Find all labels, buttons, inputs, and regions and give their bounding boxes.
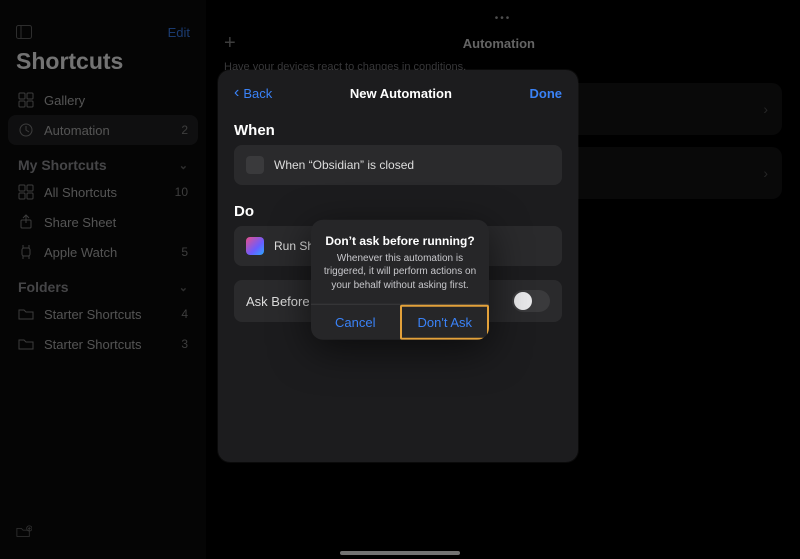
shortcuts-icon <box>246 237 264 255</box>
panel-title: New Automation <box>272 86 529 101</box>
when-text: When “Obsidian” is closed <box>274 158 414 172</box>
back-label: Back <box>243 86 272 101</box>
dont-ask-button[interactable]: Don't Ask <box>400 305 490 340</box>
alert-title: Don’t ask before running? <box>323 233 477 247</box>
chevron-left-icon: ‹ <box>234 84 239 102</box>
done-button[interactable]: Done <box>530 86 563 101</box>
when-condition-row[interactable]: When “Obsidian” is closed <box>234 145 562 185</box>
when-section-label: When <box>218 112 578 145</box>
back-button[interactable]: ‹ Back <box>234 84 272 102</box>
confirmation-alert: Don’t ask before running? Whenever this … <box>311 219 489 340</box>
ask-toggle[interactable] <box>512 290 550 312</box>
toggle-knob <box>514 292 532 310</box>
cancel-button[interactable]: Cancel <box>311 305 400 340</box>
app-icon <box>246 156 264 174</box>
alert-message: Whenever this automation is triggered, i… <box>323 251 477 292</box>
